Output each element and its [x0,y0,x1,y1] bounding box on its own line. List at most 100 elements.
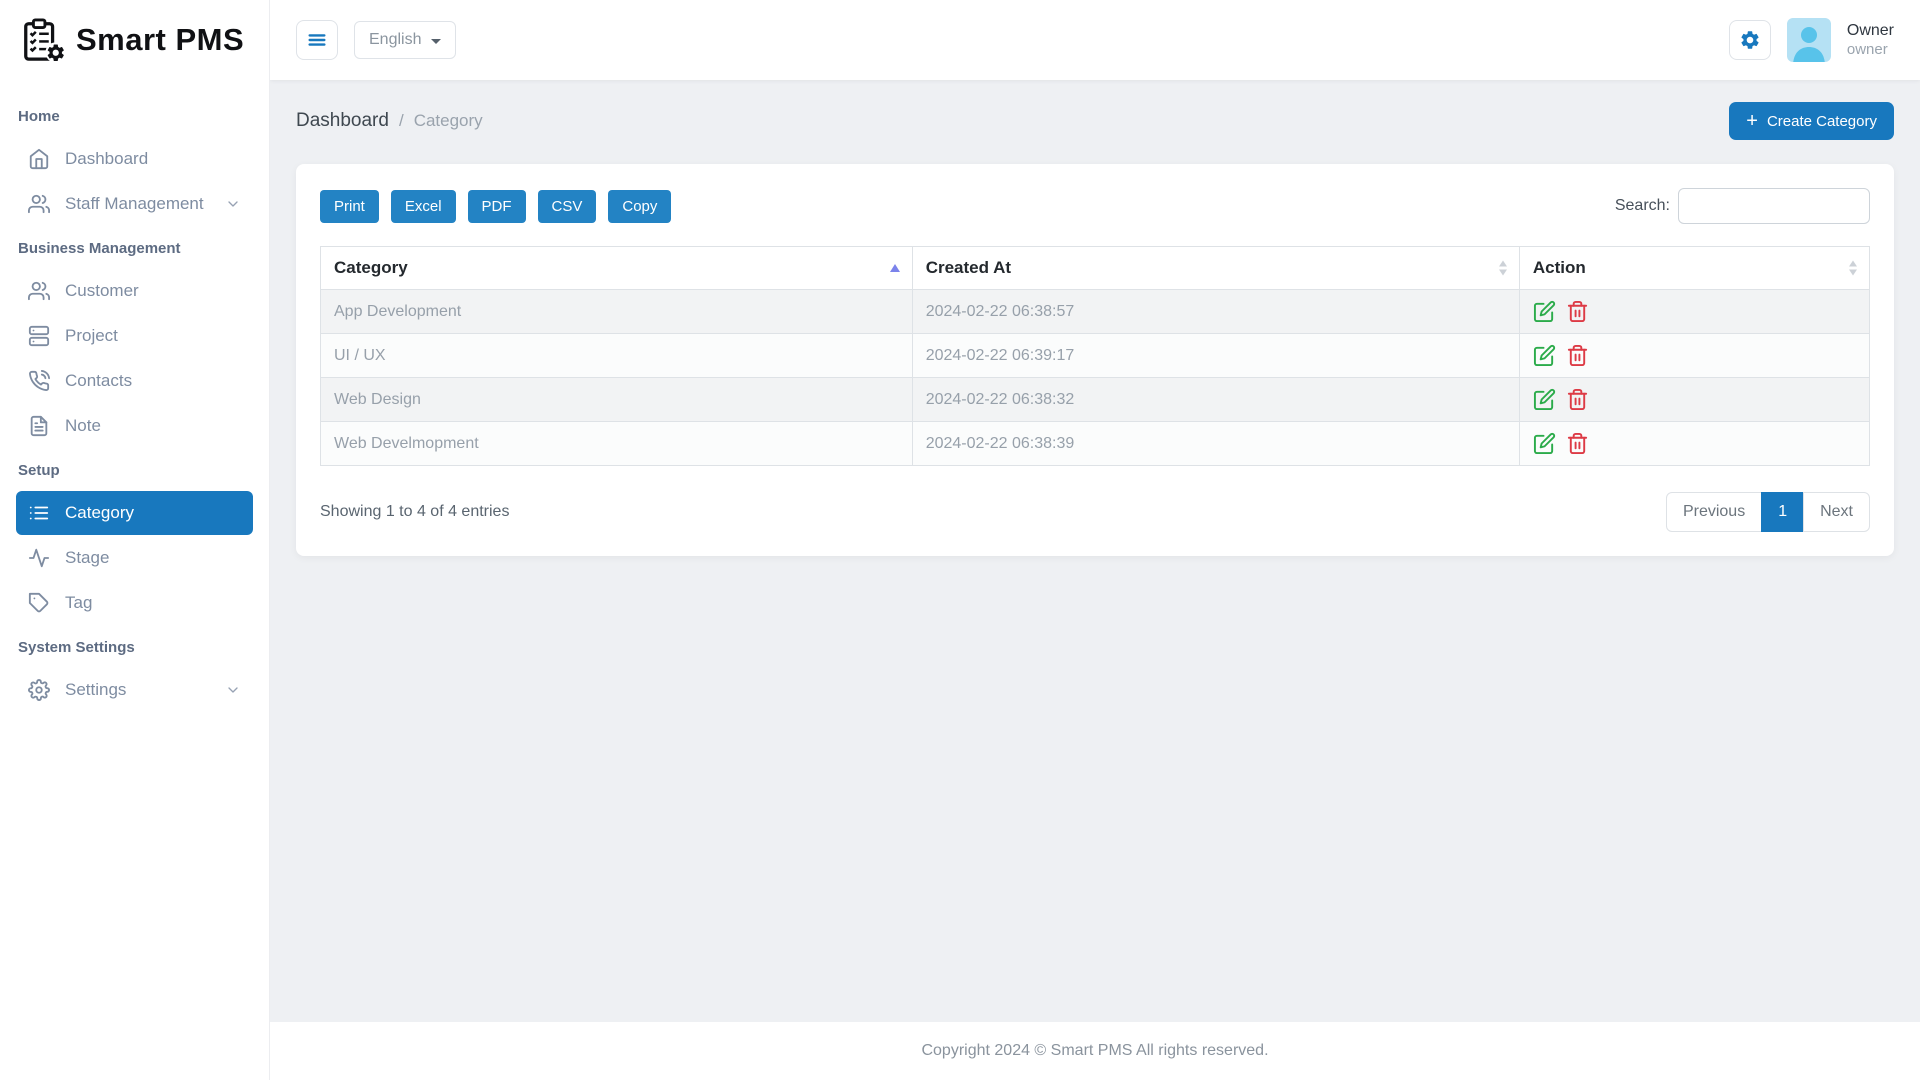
sidebar-item-label: Tag [65,593,93,612]
sidebar-item-label: Dashboard [65,149,149,168]
cell-created-at: 2024-02-22 06:38:32 [911,377,1520,422]
sidebar-item-label: Contacts [65,371,133,390]
nav-section-business-management: Business Management [18,240,181,257]
sidebar-item-staff-management[interactable]: Staff Management [16,182,253,226]
create-category-label: Create Category [1766,112,1877,130]
table-row: UI / UX 2024-02-22 06:39:17 [320,333,1871,378]
table-header-row: Category Created At Action [320,246,1871,290]
delete-icon[interactable] [1566,300,1589,323]
sidebar-nav: Home Dashboard Staff Management Business… [0,80,269,727]
search-label: Search: [1614,197,1670,214]
sidebar-item-tag[interactable]: Tag [16,581,253,625]
create-category-button[interactable]: + Create Category [1729,102,1894,140]
delete-icon[interactable] [1566,344,1589,367]
file-text-icon [30,415,48,437]
cell-created-at: 2024-02-22 06:38:57 [911,289,1520,334]
column-label: Category [334,258,408,277]
cell-action [1518,421,1871,466]
sort-both-icon [1498,260,1507,276]
table-toolbar: Print Excel PDF CSV Copy Search: [320,188,1870,224]
tag-icon [28,592,49,613]
breadcrumb-separator: / [398,111,404,130]
next-page-button[interactable]: Next [1803,492,1870,532]
language-value: English [369,31,422,48]
column-label: Action [1532,258,1586,277]
delete-icon[interactable] [1566,388,1589,411]
column-header-created-at[interactable]: Created At [911,246,1520,290]
sidebar-item-label: Note [65,416,101,435]
sidebar-item-category[interactable]: Category [16,491,253,535]
sidebar-item-label: Customer [65,281,139,300]
users-icon [28,281,50,301]
breadcrumb: Dashboard / Category [296,110,483,132]
sidebar-item-dashboard[interactable]: Dashboard [16,137,253,181]
sort-both-icon [1849,260,1857,276]
main-column: English Owner owner Dashboard / Category… [270,0,1920,1080]
topbar: English Owner owner [270,0,1920,80]
nav-section-home: Home [18,108,60,125]
search-area: Search: [1615,188,1870,224]
copyright-text: Copyright 2024 © Smart PMS All rights re… [921,1042,1269,1059]
sidebar-item-label: Settings [65,680,127,699]
user-meta[interactable]: Owner owner [1847,21,1894,60]
users-icon [28,194,50,214]
edit-icon[interactable] [1533,300,1556,323]
pdf-button[interactable]: PDF [467,189,526,223]
sidebar-item-label: Category [65,503,134,522]
print-button[interactable]: Print [320,189,379,223]
sidebar-item-settings[interactable]: Settings [16,668,253,712]
sidebar-item-label: Stage [65,548,110,567]
sidebar-item-customer[interactable]: Customer [16,269,253,313]
hamburger-menu-icon [308,34,326,46]
cell-category: Web Develmopment [320,421,913,466]
user-role: owner [1846,40,1888,58]
language-selector[interactable]: English [354,21,457,59]
excel-button[interactable]: Excel [390,189,456,223]
category-table: Category Created At Action App Developme… [320,246,1871,466]
delete-icon[interactable] [1566,432,1589,455]
cell-action [1518,377,1871,422]
gear-icon [1741,31,1759,49]
sidebar-item-note[interactable]: Note [16,404,253,448]
sidebar-item-label: Project [65,326,118,345]
column-header-action[interactable]: Action [1518,246,1871,290]
topbar-right: Owner owner [1728,18,1894,62]
caret-down-icon [431,38,442,44]
chevron-down-icon [228,201,238,207]
edit-icon[interactable] [1533,432,1556,455]
breadcrumb-dashboard-link[interactable]: Dashboard [296,110,389,132]
sort-asc-icon [889,264,900,272]
breadcrumb-current: Category [413,111,483,130]
home-icon [29,148,49,170]
sidebar-toggle-button[interactable] [296,20,338,60]
footer: Copyright 2024 © Smart PMS All rights re… [270,1022,1920,1080]
cell-created-at: 2024-02-22 06:38:39 [911,421,1520,466]
category-table-card: Print Excel PDF CSV Copy Search: Categor… [296,164,1894,556]
copy-button[interactable]: Copy [608,189,672,223]
table-row: Web Design 2024-02-22 06:38:32 [320,377,1871,422]
nav-section-setup: Setup [18,462,60,479]
edit-icon[interactable] [1533,344,1556,367]
pagination: Previous 1 Next [1665,492,1870,532]
table-footer: Showing 1 to 4 of 4 entries Previous 1 N… [320,492,1870,532]
user-avatar[interactable] [1786,18,1831,62]
app-logo[interactable]: Smart PMS [0,0,269,80]
edit-icon[interactable] [1533,388,1556,411]
cell-category: App Development [320,289,913,334]
page-content: Dashboard / Category + Create Category P… [270,80,1920,1022]
csv-button[interactable]: CSV [537,189,597,223]
page-header: Dashboard / Category + Create Category [296,102,1894,140]
column-header-category[interactable]: Category [320,246,913,290]
previous-page-button[interactable]: Previous [1665,492,1763,532]
sidebar-item-project[interactable]: Project [16,314,253,358]
sidebar-item-contacts[interactable]: Contacts [16,359,253,403]
search-input[interactable] [1678,188,1870,224]
settings-shortcut-button[interactable] [1728,20,1771,60]
sidebar-item-stage[interactable]: Stage [16,536,253,580]
page-1-button[interactable]: 1 [1761,492,1805,532]
cell-category: Web Design [320,377,913,422]
list-icon [29,506,49,520]
chevron-down-icon [228,687,238,693]
sidebar-item-label: Staff Management [65,194,204,213]
person-icon [1793,27,1825,62]
